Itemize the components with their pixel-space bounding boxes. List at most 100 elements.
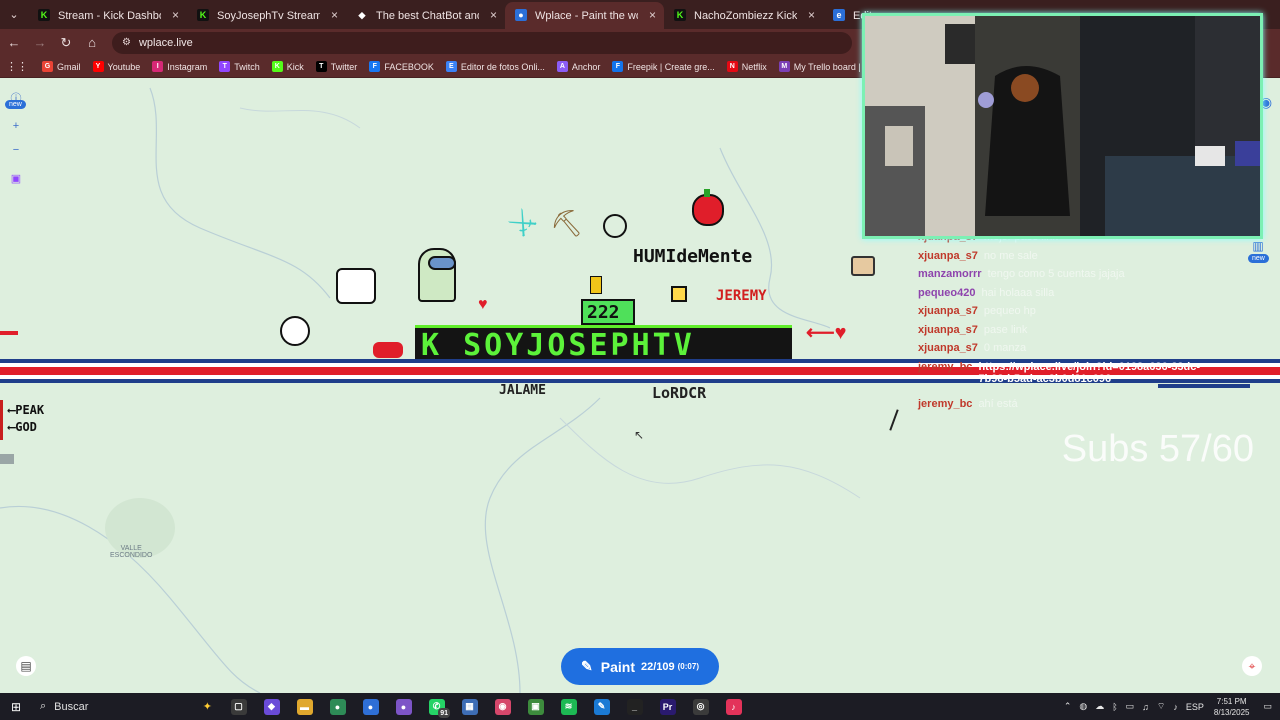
tab-search-icon[interactable]: ⌄ [0,0,28,29]
locate-icon[interactable]: ⌖ [1242,656,1262,676]
windows-taskbar: ⊞ ⌕ Buscar ✦ ▢ ◆ ▬ ● ● ● ✆ 91 ▦ ◉ ▣ ≋ ✎ _ Pr ◎ ♪ ⌃ ◍ ☁ ᛒ… [0,693,1280,720]
chrome-profile-icon[interactable]: ● [354,693,387,720]
bookmark-7[interactable]: E Editor de fotos Onli... [445,61,545,72]
spotify-icon[interactable]: ≋ [552,693,585,720]
chat-username: manzamorrr [918,268,982,280]
capcut-icon[interactable]: ♪ [717,693,750,720]
chat-username: jeremy_bc [918,397,973,410]
tab-3[interactable]: ● Wplace - Paint the world × [505,2,664,29]
bookmark-3[interactable]: T Twitch [219,61,260,72]
zoom-out-button[interactable]: − [6,140,26,160]
taskbar-clock[interactable]: 7:51 PM 8/13/2025 [1214,696,1250,718]
bookmark-10[interactable]: N Netflix [726,61,767,72]
file-explorer-icon[interactable]: ▬ [288,693,321,720]
paint-count: 22/109 [640,660,675,673]
tab-2[interactable]: ◆ The best ChatBot and Widgets × [346,2,505,29]
copilot-icon[interactable]: ◆ [255,693,288,720]
bluetooth-icon[interactable]: ᛒ [1112,702,1117,712]
volume-icon[interactable]: ♪ [1173,702,1178,712]
site-info-icon[interactable]: ⚙ [122,37,131,48]
address-bar[interactable]: ⚙ wplace.live [112,31,852,54]
windows-start-icon[interactable]: ⊞ [0,693,32,720]
network-icon[interactable]: ◍ [1079,701,1087,712]
gray-marks [0,454,14,464]
taskbar-search[interactable]: ⌕ Buscar ✦ [32,693,222,720]
tab-0[interactable]: K Stream - Kick Dashboard × [28,2,187,29]
chrome-dev-icon[interactable]: ● [387,693,420,720]
clock-time: 7:51 PM [1216,696,1247,706]
capcut-icon-glyph: ♪ [725,698,742,715]
chat-username: xjuanpa_s7 [918,342,978,354]
reload-icon[interactable]: ↻ [54,31,78,55]
onedrive-icon[interactable]: ☁ [1095,701,1104,712]
tab-label: SoyJosephTv Stream - Watch Li [217,9,320,22]
zoom-in-button[interactable]: + [6,116,26,136]
kick-icon: K [674,9,686,21]
apps-grid-icon[interactable]: ⋮⋮ [6,60,28,73]
chrome-icon[interactable]: ● [321,693,354,720]
bookmark-label: Twitter [330,61,358,72]
tab-close-icon[interactable]: × [649,8,656,22]
chat-text: hai holaaa silla [981,286,1055,299]
notes-icon[interactable]: ✎ [585,693,618,720]
chrome-profile-icon-glyph: ● [362,698,379,715]
bookmark-label: Instagram [167,61,208,72]
crewmate-visor [428,256,456,270]
language-indicator[interactable]: ESP [1186,702,1204,712]
usb-icon[interactable]: ▭ [1126,701,1135,712]
task-view-icon[interactable]: ▢ [222,693,255,720]
tab-close-icon[interactable]: × [331,8,338,22]
gmail-icon: G [42,61,53,72]
chat-text: pase link [983,323,1028,336]
tab-close-icon[interactable]: × [490,8,497,22]
address-url: wplace.live [138,36,193,49]
bookmark-2[interactable]: I Instagram [152,61,207,72]
obs-icon[interactable]: ◎ [684,693,717,720]
bookmark-4[interactable]: K Kick [271,61,304,72]
forward-icon[interactable]: → [28,31,52,55]
jalame-text: JALAME [499,383,546,398]
editor-icon: E [445,61,457,72]
tray-chevron-icon[interactable]: ⌃ [1064,701,1072,712]
god-text: ⟵GOD [8,420,37,434]
bookmark-label: Netflix [741,61,767,72]
bookmark-label: Gmail [57,61,81,72]
leaderboard-icon[interactable]: ▥ [1248,236,1268,256]
paint-button[interactable]: ✎ Paint 22/109 (0:07) [561,648,719,685]
microphone-icon[interactable]: ♫ [1142,702,1149,712]
search-highlight-icon: ✦ [202,701,212,713]
chat-message: jeremy_bc https://wplace.live/join?id=019… [918,360,1278,385]
tab-4[interactable]: K NachoZombiezz Kick Font by N × [664,2,823,29]
bookmark-9[interactable]: F Freepik | Create gre... [612,61,715,72]
photos-icon-glyph: ◉ [494,698,511,715]
chat-username: jeremy_bc [918,360,973,373]
chat-text: tengo como 5 cuentas jajaja [987,268,1125,280]
tab-close-icon[interactable]: × [172,8,179,22]
red-car-icon [373,342,403,358]
system-tray: ⌃ ◍ ☁ ᛒ ▭ ♫ ⌔ ♪ ESP 7:51 PM 8/13/2025 ▭ [1060,693,1280,720]
minecraft-icon[interactable]: ▣ [519,693,552,720]
bookmark-1[interactable]: Y Youtube [92,61,140,72]
bookmark-6[interactable]: F FACEBOOK [369,61,434,72]
photos-icon[interactable]: ◉ [486,693,519,720]
terminal-icon[interactable]: _ [618,693,651,720]
notifications-icon[interactable]: ▭ [1263,701,1272,712]
tab-close-icon[interactable]: × [808,8,815,22]
whatsapp-icon[interactable]: ✆ 91 [420,693,453,720]
wplace-icon: ● [515,9,527,21]
premiere-icon[interactable]: Pr [651,693,684,720]
home-icon[interactable]: ⌂ [80,31,104,55]
webcam-scene [865,16,1260,236]
calculator-icon[interactable]: ▦ [453,693,486,720]
bookmark-8[interactable]: A Anchor [556,61,600,72]
bookmark-0[interactable]: G Gmail [42,61,81,72]
tab-1[interactable]: K SoyJosephTv Stream - Watch Li × [187,2,346,29]
chat-text: 0 manza [983,342,1027,354]
map-layers-icon[interactable]: ▤ [16,656,36,676]
bottle-icon [590,276,602,294]
bookmark-5[interactable]: T Twitter [315,61,358,72]
wifi-icon[interactable]: ⌔ [1157,701,1165,712]
stickman-drawing [280,316,310,346]
back-icon[interactable]: ← [2,31,26,55]
twitch-icon[interactable]: ▣ [6,168,26,188]
